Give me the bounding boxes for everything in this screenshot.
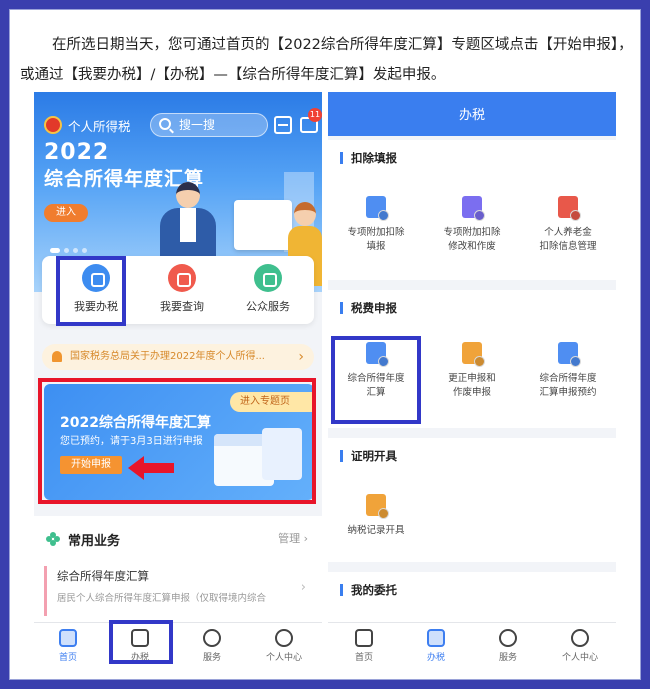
tax-emblem-icon	[44, 116, 62, 134]
scan-icon[interactable]	[274, 116, 292, 134]
service-label: 更正申报和 作废申报	[448, 373, 496, 398]
carousel-dot[interactable]	[82, 248, 87, 253]
service-label: 综合所得年度 汇算申报预约	[539, 373, 597, 398]
carousel-dot[interactable]	[50, 248, 60, 253]
business-title: 综合所得年度汇算	[57, 569, 149, 583]
search-icon	[159, 118, 171, 130]
banner-year: 2022	[44, 140, 110, 165]
search-icon	[168, 264, 196, 292]
home-icon	[59, 629, 77, 647]
form-icon	[366, 196, 386, 218]
clover-icon	[46, 532, 60, 546]
tab-home[interactable]: 首页	[40, 629, 96, 663]
section-title: 扣除填报	[340, 152, 397, 164]
tab-profile[interactable]: 个人中心	[552, 629, 608, 663]
bell-icon	[52, 351, 62, 362]
service-deduction-modify[interactable]: 专项附加扣除 修改和作废	[424, 196, 520, 254]
user-icon	[275, 629, 293, 647]
tab-label: 首页	[58, 653, 77, 663]
tab-label: 个人中心	[265, 653, 302, 663]
quick-item-query[interactable]: 我要查询	[142, 264, 222, 314]
quick-item-service[interactable]: 公众服务	[228, 264, 308, 314]
tab-home[interactable]: 首页	[336, 629, 392, 663]
message-badge: 11	[308, 108, 322, 122]
user-icon	[571, 629, 589, 647]
service-icon	[254, 264, 282, 292]
notice-text: 国家税务总局关于办理2022年度个人所得...	[70, 351, 265, 362]
heart-icon	[499, 629, 517, 647]
chevron-right-icon: ›	[300, 580, 306, 595]
bottom-tab-bar: 首页 办税 服务 个人中心	[328, 622, 616, 670]
service-correction[interactable]: 更正申报和 作废申报	[424, 342, 520, 400]
manage-label: 管理	[278, 532, 301, 545]
tax-header: 办税	[328, 92, 616, 136]
service-special-deduction[interactable]: 专项附加扣除 填报	[328, 196, 424, 254]
tab-label: 办税	[426, 653, 445, 663]
tab-service[interactable]: 服务	[184, 629, 240, 663]
highlight-promo-card	[38, 378, 316, 504]
service-reservation[interactable]: 综合所得年度 汇算申报预约	[520, 342, 616, 400]
pension-icon	[558, 196, 578, 218]
carousel-dots[interactable]	[50, 238, 91, 257]
heart-icon	[203, 629, 221, 647]
section-deduction: 扣除填报 专项附加扣除 填报 专项附加扣除 修改和作废 个人养老金 扣除信息管理	[328, 140, 616, 280]
calendar-icon	[558, 342, 578, 364]
home-icon	[355, 629, 373, 647]
record-icon	[366, 494, 386, 516]
section-certificate: 证明开具 纳税记录开具	[328, 438, 616, 562]
intro-text: 在所选日期当天，您可通过首页的【2022综合所得年度汇算】专题区域点击【开始申报…	[20, 37, 633, 83]
carousel-dot[interactable]	[64, 248, 69, 253]
document-icon	[427, 629, 445, 647]
quick-item-label: 我要查询	[160, 300, 204, 313]
section-title: 税费申报	[340, 302, 397, 314]
common-title: 常用业务	[68, 534, 121, 549]
section-title: 证明开具	[340, 450, 397, 462]
search-input[interactable]: 搜一搜	[150, 113, 268, 137]
service-label: 专项附加扣除 填报	[347, 227, 405, 252]
highlight-tax-tab	[109, 620, 173, 664]
highlight-annual-settlement	[331, 336, 421, 424]
service-pension[interactable]: 个人养老金 扣除信息管理	[520, 196, 616, 254]
manage-link[interactable]: 管理 ›	[278, 530, 308, 546]
bottom-tab-bar: 首页 办税 服务 个人中心	[34, 622, 322, 670]
service-label: 个人养老金 扣除信息管理	[539, 227, 597, 252]
section-title: 我的委托	[340, 584, 397, 596]
form-icon	[462, 196, 482, 218]
banner-enter-button[interactable]: 进入	[44, 204, 88, 222]
tab-label: 服务	[202, 653, 221, 663]
business-item[interactable]: 综合所得年度汇算 居民个人综合所得年度汇算申报（仅取得境内综合 ›	[44, 566, 312, 616]
tab-profile[interactable]: 个人中心	[256, 629, 312, 663]
business-desc: 居民个人综合所得年度汇算申报（仅取得境内综合	[57, 593, 267, 604]
service-label: 纳税记录开具	[347, 525, 405, 536]
app-name: 个人所得税	[68, 119, 131, 134]
tab-label: 服务	[498, 653, 517, 663]
correction-icon	[462, 342, 482, 364]
highlight-tax-button	[56, 256, 126, 326]
chevron-right-icon: ›	[298, 349, 304, 365]
service-label: 专项附加扣除 修改和作废	[443, 227, 501, 252]
tab-service[interactable]: 服务	[480, 629, 536, 663]
quick-item-label: 公众服务	[246, 300, 290, 313]
search-placeholder: 搜一搜	[179, 118, 216, 132]
tab-label: 首页	[354, 653, 373, 663]
top-bar: 个人所得税 搜一搜 11	[42, 108, 322, 138]
tab-tax[interactable]: 办税	[408, 629, 464, 663]
service-tax-record[interactable]: 纳税记录开具	[328, 494, 424, 538]
notice-bar[interactable]: 国家税务总局关于办理2022年度个人所得... ›	[42, 344, 314, 370]
carousel-dot[interactable]	[73, 248, 78, 253]
tab-label: 个人中心	[561, 653, 598, 663]
